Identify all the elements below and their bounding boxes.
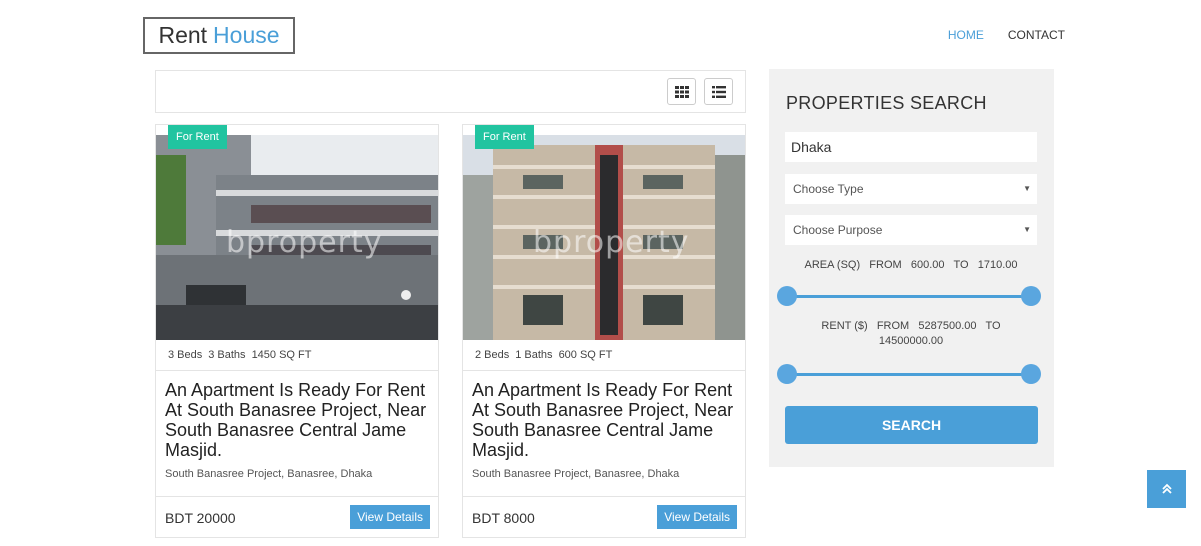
site-logo[interactable]: Rent House <box>143 17 295 54</box>
area-size: 600 SQ FT <box>558 349 613 361</box>
listing-price: BDT 8000 <box>472 510 535 526</box>
property-specs: 2 Beds 1 Baths 600 SQ FT <box>463 340 745 371</box>
nav-home[interactable]: HOME <box>948 28 984 42</box>
search-panel-title: PROPERTIES SEARCH <box>786 93 987 113</box>
double-chevron-up-icon <box>1161 483 1172 494</box>
area-range-slider[interactable] <box>777 286 1041 306</box>
caret-down-icon: ▼ <box>1023 225 1031 234</box>
view-details-button[interactable]: View Details <box>350 505 430 529</box>
slider-min-handle[interactable] <box>777 286 797 306</box>
grid-view-button[interactable] <box>667 78 696 105</box>
photo-watermark: bproperty <box>533 225 690 260</box>
listing-card[interactable]: For Rent bproperty 2 Beds 1 Baths 600 SQ… <box>462 124 746 538</box>
properties-search-panel: PROPERTIES SEARCH Dhaka Choose Type ▼ Ch… <box>769 69 1054 467</box>
caret-down-icon: ▼ <box>1023 184 1031 193</box>
purpose-select[interactable]: Choose Purpose ▼ <box>785 215 1037 245</box>
nav-contact[interactable]: CONTACT <box>1008 28 1065 42</box>
list-view-button[interactable] <box>704 78 733 105</box>
baths-count: 1 Baths <box>515 349 553 361</box>
listing-address: South Banasree Project, Banasree, Dhaka <box>165 468 373 480</box>
for-rent-badge: For Rent <box>168 125 227 149</box>
listing-title[interactable]: An Apartment Is Ready For Rent At South … <box>165 380 427 460</box>
purpose-select-value: Choose Purpose <box>793 223 883 237</box>
logo-text-house: House <box>213 22 280 48</box>
listing-card[interactable]: For Rent bproperty 3 Beds 3 Baths 1450 S… <box>155 124 439 538</box>
list-icon <box>711 85 726 98</box>
view-toggle-bar <box>155 70 746 113</box>
photo-watermark: bproperty <box>226 225 383 260</box>
location-input[interactable]: Dhaka <box>785 132 1037 162</box>
type-select-value: Choose Type <box>793 182 864 196</box>
area-range-label: AREA (SQ) FROM 600.00 TO 1710.00 <box>804 259 1018 271</box>
rent-range-label: RENT ($) FROM 5287500.00 TO 14500000.00 <box>821 320 1010 347</box>
view-details-button[interactable]: View Details <box>657 505 737 529</box>
beds-count: 3 Beds <box>168 349 203 361</box>
main-nav: HOME CONTACT <box>948 28 1065 42</box>
card-footer: BDT 20000 View Details <box>156 496 438 538</box>
listing-price: BDT 20000 <box>165 510 236 526</box>
back-to-top-button[interactable] <box>1147 470 1186 508</box>
baths-count: 3 Baths <box>208 349 246 361</box>
property-specs: 3 Beds 3 Baths 1450 SQ FT <box>156 340 438 371</box>
property-photo[interactable]: bproperty <box>156 135 438 340</box>
beds-count: 2 Beds <box>475 349 510 361</box>
slider-track <box>783 373 1035 376</box>
area-size: 1450 SQ FT <box>251 349 312 361</box>
card-footer: BDT 8000 View Details <box>463 496 745 538</box>
property-photo[interactable]: bproperty <box>463 135 745 340</box>
search-button[interactable]: SEARCH <box>785 406 1038 444</box>
slider-max-handle[interactable] <box>1021 286 1041 306</box>
listing-title[interactable]: An Apartment Is Ready For Rent At South … <box>472 380 734 460</box>
logo-text-rent: Rent <box>158 22 208 48</box>
for-rent-badge: For Rent <box>475 125 534 149</box>
type-select[interactable]: Choose Type ▼ <box>785 174 1037 204</box>
slider-track <box>783 295 1035 298</box>
slider-min-handle[interactable] <box>777 364 797 384</box>
listing-address: South Banasree Project, Banasree, Dhaka <box>472 468 680 480</box>
rent-range-slider[interactable] <box>777 364 1041 384</box>
slider-max-handle[interactable] <box>1021 364 1041 384</box>
grid-icon <box>674 85 689 98</box>
